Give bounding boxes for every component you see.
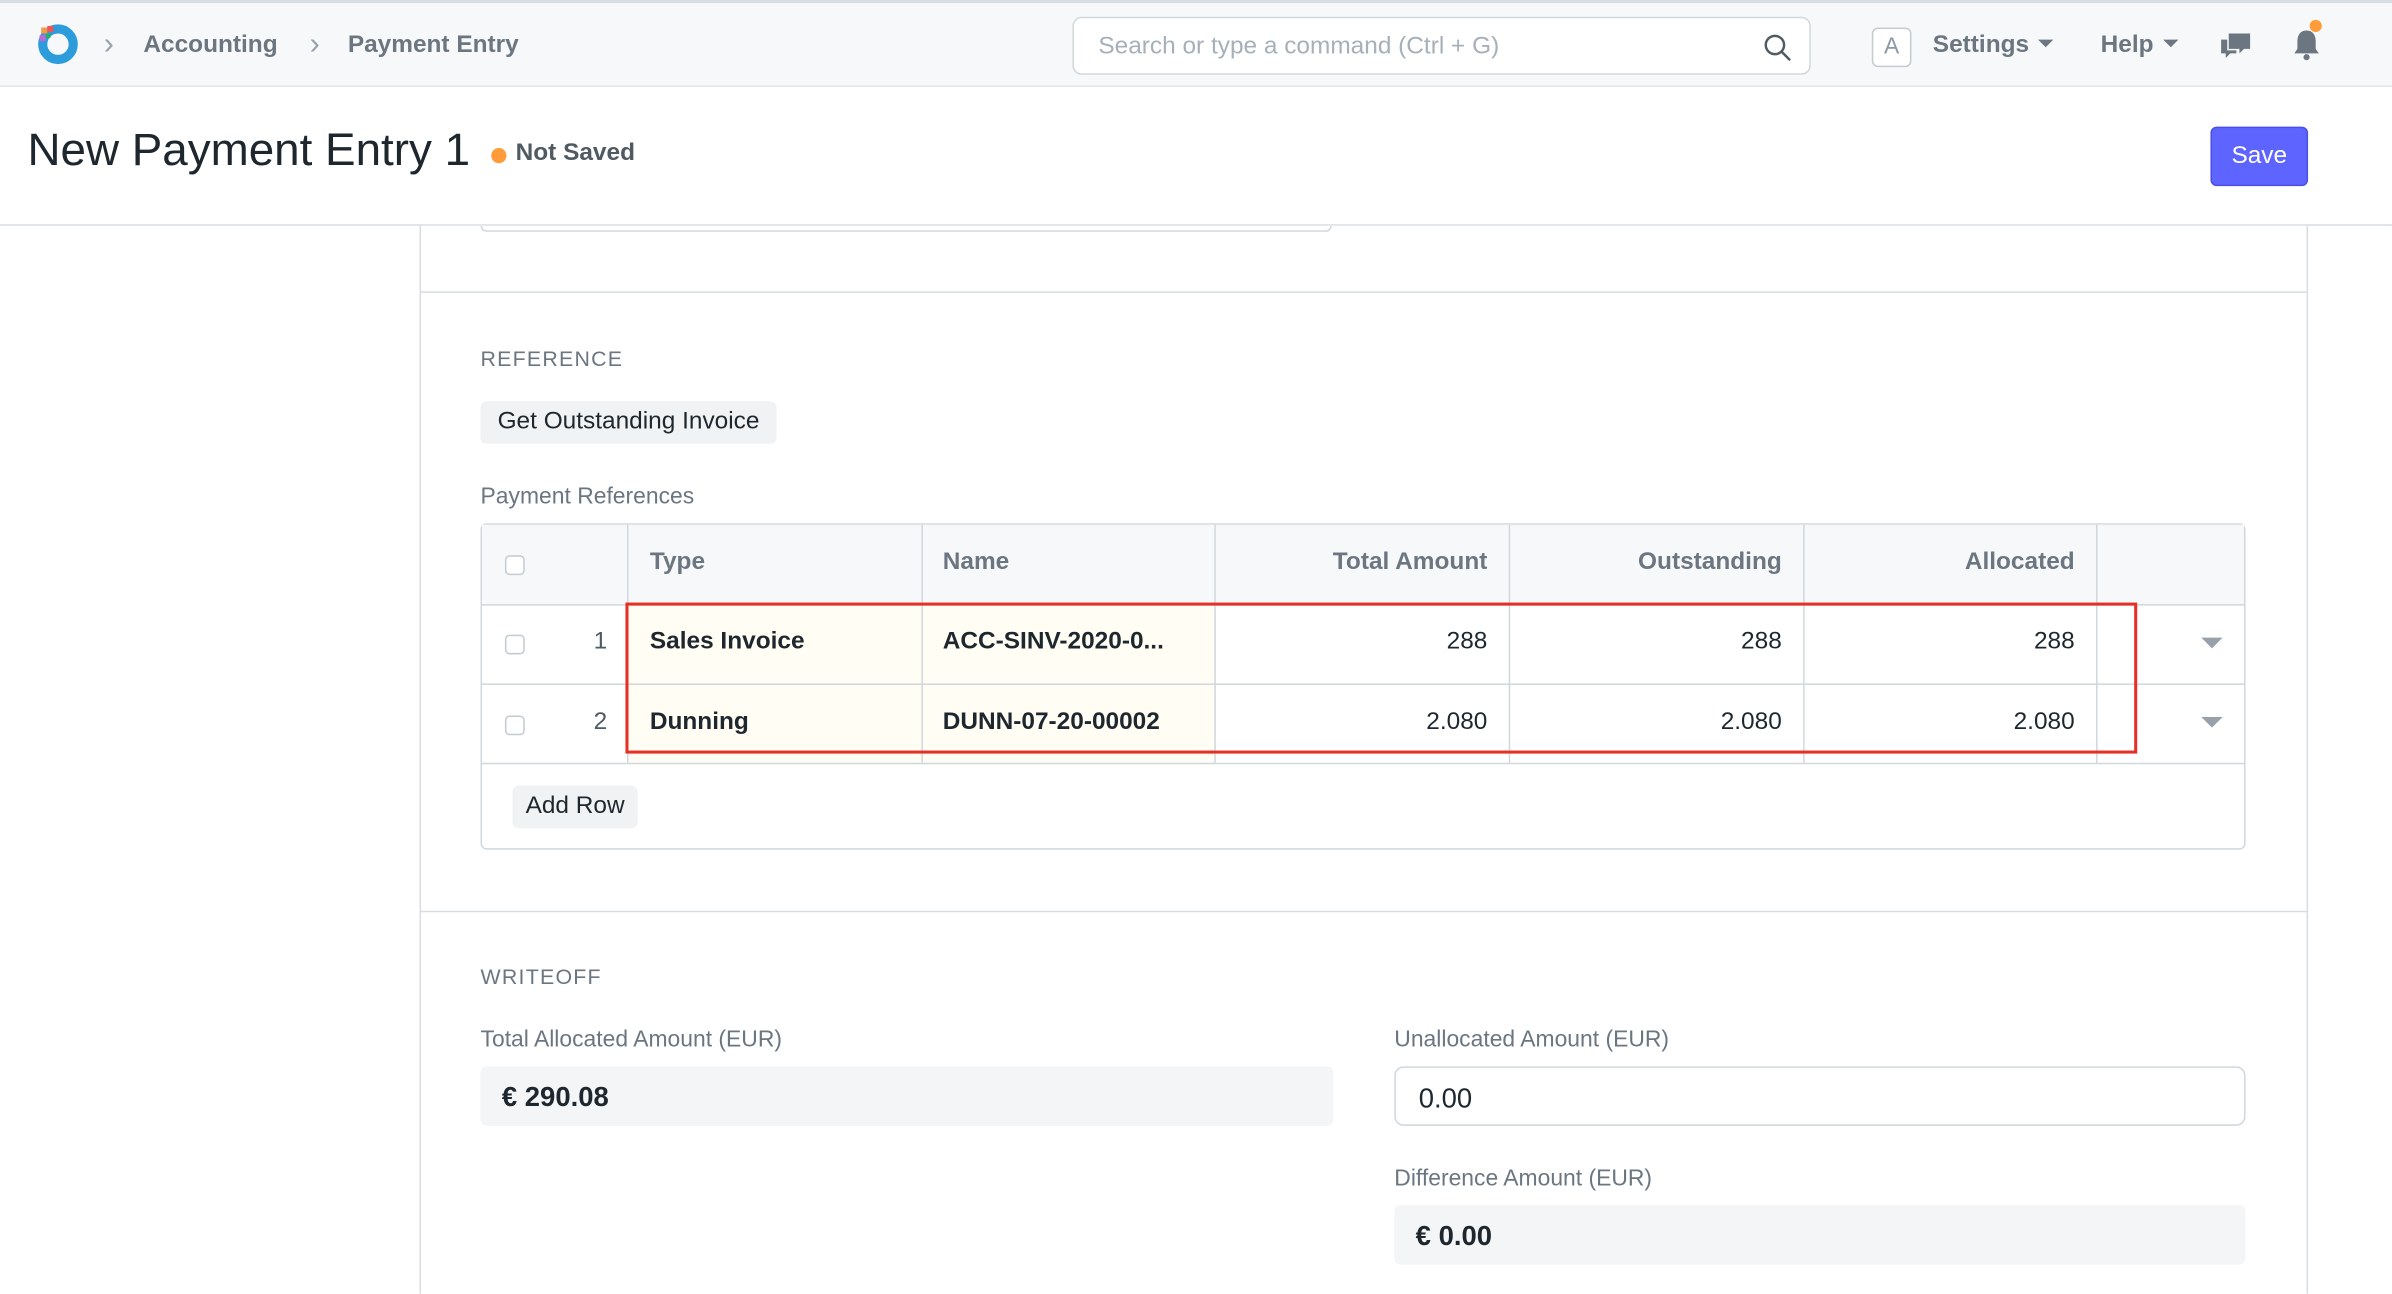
app-logo-icon[interactable] (37, 23, 80, 66)
navbar: › Accounting › Payment Entry A Settings … (0, 0, 2392, 87)
column-header-total-amount: Total Amount (1332, 549, 1488, 576)
total-allocated-amount-value: € 290.08 (480, 1066, 1334, 1126)
row-checkbox[interactable] (504, 634, 525, 655)
row-expand-caret-icon[interactable] (2201, 637, 2223, 649)
search-icon[interactable] (1763, 34, 1791, 61)
help-label: Help (2100, 32, 2154, 58)
breadcrumb-payment-entry[interactable]: Payment Entry (348, 32, 519, 59)
save-button[interactable]: Save (2210, 126, 2309, 187)
settings-menu[interactable]: Settings (1933, 32, 2054, 59)
status-badge: Not Saved (515, 140, 635, 167)
column-header-name: Name (942, 549, 1010, 576)
caret-down-icon (2162, 39, 2178, 48)
select-all-checkbox[interactable] (504, 555, 525, 576)
difference-amount-label: Difference Amount (EUR) (1394, 1165, 1653, 1192)
row-expand-caret-icon[interactable] (2201, 716, 2223, 728)
chat-icon[interactable] (2220, 31, 2254, 62)
row-number: 1 (593, 628, 608, 655)
user-avatar[interactable]: A (1871, 27, 1912, 68)
breadcrumb-accounting[interactable]: Accounting (143, 32, 277, 59)
help-menu[interactable]: Help (2101, 32, 2178, 59)
settings-label: Settings (1932, 32, 2030, 58)
column-header-outstanding: Outstanding (1638, 549, 1782, 576)
notification-dot (2309, 19, 2322, 33)
total-allocated-amount-label: Total Allocated Amount (EUR) (480, 1026, 782, 1053)
reference-section-title: REFERENCE (480, 346, 624, 371)
payment-references-label: Payment References (480, 483, 695, 510)
status-indicator-dot (491, 147, 507, 164)
unallocated-amount-field[interactable] (1394, 1066, 2246, 1126)
column-header-type: Type (649, 549, 706, 576)
breadcrumb-separator-icon: › (309, 27, 320, 62)
section-divider (419, 291, 2309, 293)
column-header-allocated: Allocated (1964, 549, 2075, 576)
add-row-button[interactable]: Add Row (512, 785, 638, 829)
highlight-annotation-box (625, 602, 2138, 754)
row-divider (482, 762, 2245, 765)
previous-field-edge (480, 225, 1332, 232)
get-outstanding-invoice-button[interactable]: Get Outstanding Invoice (480, 401, 777, 444)
notification-bell-icon[interactable] (2291, 27, 2322, 61)
unallocated-amount-label: Unallocated Amount (EUR) (1394, 1026, 1670, 1053)
breadcrumb-separator-icon: › (103, 27, 114, 62)
row-checkbox[interactable] (504, 715, 525, 736)
search-bar[interactable] (1072, 16, 1811, 75)
section-divider (419, 910, 2309, 913)
page-head: New Payment Entry 1 Not Saved Save (0, 86, 2392, 226)
caret-down-icon (2038, 39, 2054, 48)
page-title: New Payment Entry 1 (27, 125, 471, 176)
search-input[interactable] (1095, 32, 1743, 63)
writeoff-section-title: WRITEOFF (480, 964, 602, 989)
row-number: 2 (593, 709, 608, 736)
unallocated-amount-input[interactable] (1415, 1081, 2185, 1117)
difference-amount-value: € 0.00 (1394, 1205, 2246, 1265)
